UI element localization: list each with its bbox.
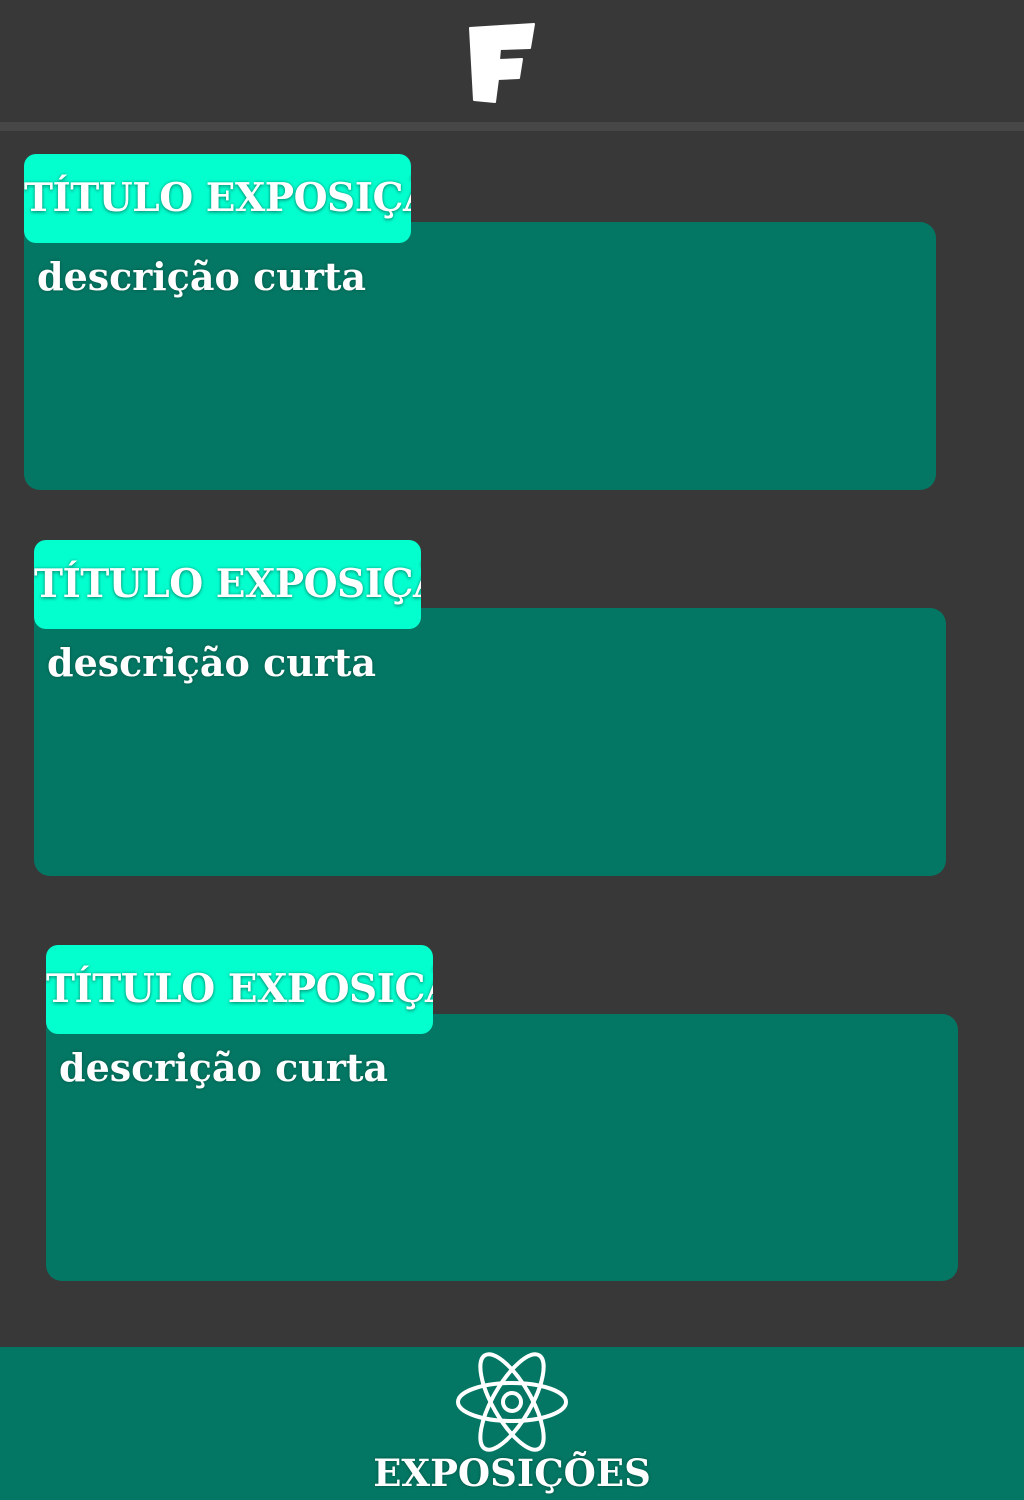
f-logo-icon[interactable] [462, 18, 542, 108]
exhibition-description: descrição curta [47, 640, 377, 685]
app-header [0, 0, 1024, 122]
nav-label: EXPOSIÇÕES [373, 1451, 651, 1495]
exhibition-title: TÍTULO EXPOSIÇÃO [24, 154, 411, 243]
exhibition-description: descrição curta [59, 1045, 389, 1090]
exhibition-description: descrição curta [37, 254, 367, 299]
bottom-nav: EXPOSIÇÕES [0, 1347, 1024, 1500]
exhibition-title: TÍTULO EXPOSIÇÃO [46, 945, 433, 1034]
exhibition-title: TÍTULO EXPOSIÇÃO [34, 540, 421, 629]
atom-icon [456, 1352, 568, 1452]
header-divider [0, 122, 1024, 131]
nav-item-exposicoes[interactable]: EXPOSIÇÕES [362, 1347, 662, 1500]
